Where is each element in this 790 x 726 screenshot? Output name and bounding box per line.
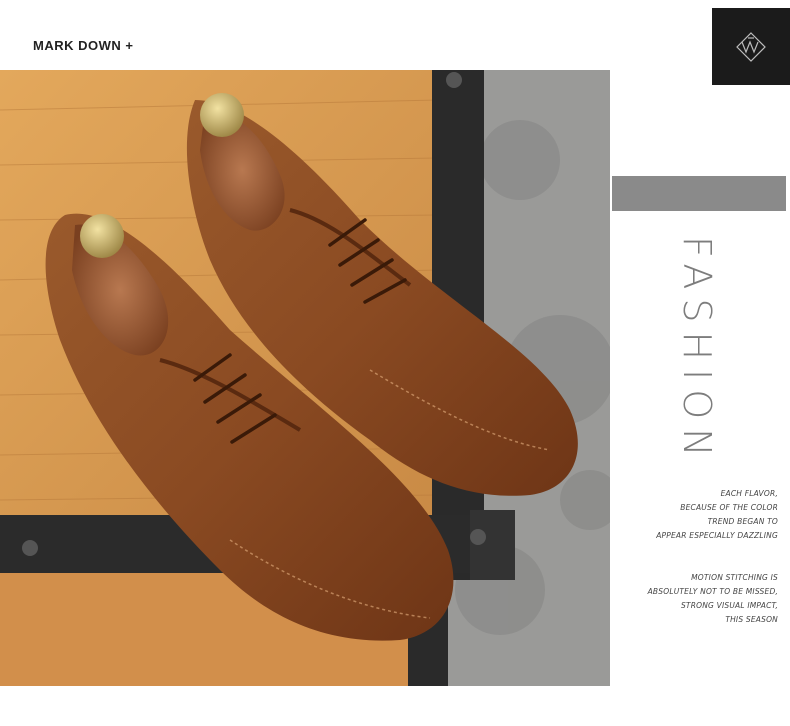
description-line: ABSOLUTELY NOT TO BE MISSED, [647, 587, 778, 596]
side-heading: FASHION [675, 236, 719, 466]
description-line: MOTION STITCHING IS [691, 573, 778, 582]
monogram-logo-icon [712, 8, 790, 85]
description-line: BECAUSE OF THE COLOR [680, 503, 778, 512]
description-block-2: MOTION STITCHING IS ABSOLUTELY NOT TO BE… [648, 571, 778, 627]
description-line: TREND BEGAN TO [707, 517, 778, 526]
brand-label: MARK DOWN + [33, 38, 134, 53]
product-photo [0, 70, 610, 686]
description-line: THIS SEASON [725, 615, 778, 624]
description-line: STRONG VISUAL IMPACT, [680, 601, 778, 610]
description-line: EACH FLAVOR, [720, 489, 778, 498]
description-line: APPEAR ESPECIALLY DAZZLING [656, 531, 778, 540]
description-block-1: EACH FLAVOR, BECAUSE OF THE COLOR TREND … [656, 487, 778, 543]
accent-bar [612, 176, 786, 211]
